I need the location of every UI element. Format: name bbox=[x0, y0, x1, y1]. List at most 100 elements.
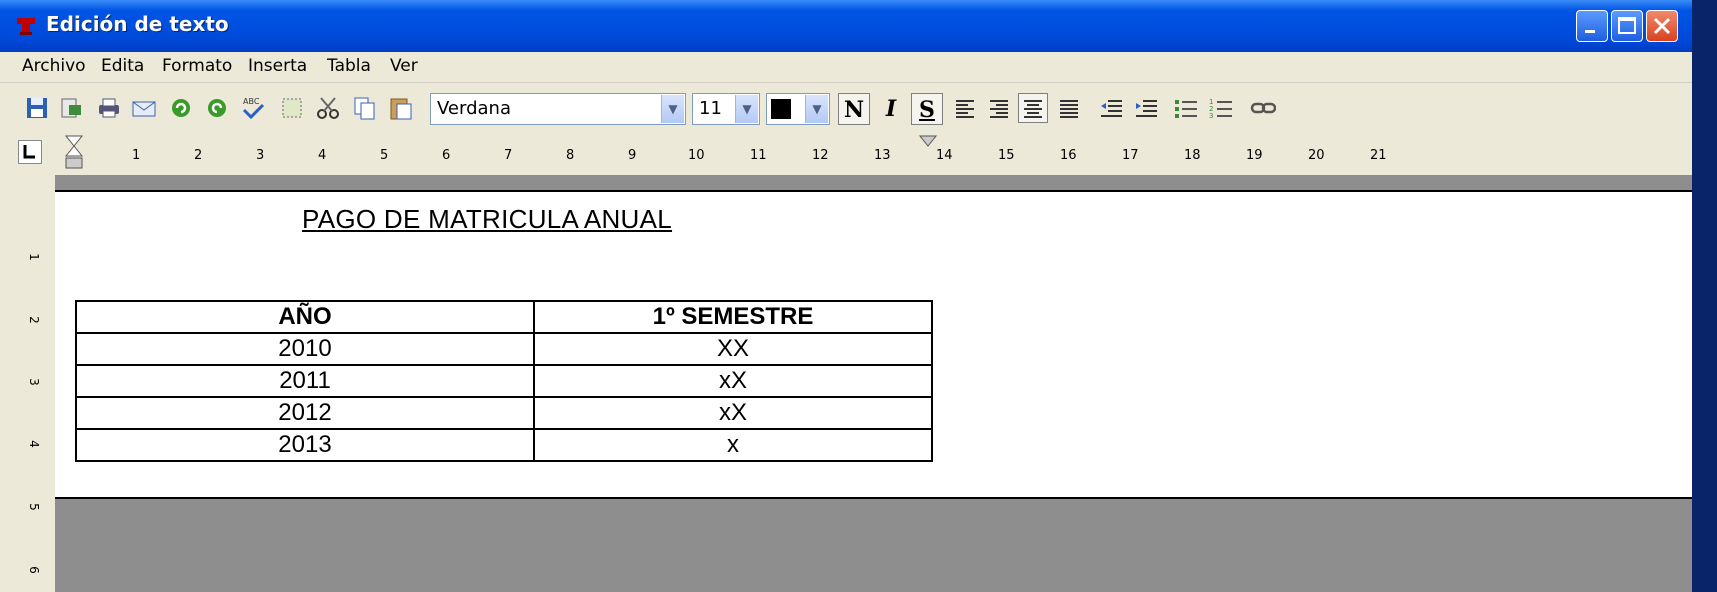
table-row: 2012 xX bbox=[75, 396, 933, 430]
indent-icon[interactable] bbox=[1133, 95, 1159, 121]
ruler-number: 6 bbox=[442, 148, 451, 163]
maximize-icon bbox=[1618, 17, 1636, 34]
align-justify-icon[interactable] bbox=[1056, 95, 1082, 121]
table-cell[interactable]: 2010 bbox=[75, 332, 535, 366]
menu-bar: Archivo Edita Formato Inserta Tabla Ver bbox=[0, 52, 1692, 83]
font-size-value: 11 bbox=[699, 98, 722, 119]
minimize-button[interactable] bbox=[1576, 10, 1608, 42]
vruler-number: 4 bbox=[26, 440, 41, 448]
table-row: 2010 XX bbox=[75, 332, 933, 366]
ruler-number: 8 bbox=[566, 148, 575, 163]
payment-table[interactable]: AÑO 1º SEMESTRE 2010 XX 2011 xX 2012 xX … bbox=[75, 300, 933, 462]
chevron-down-icon[interactable]: ▼ bbox=[735, 95, 758, 123]
close-button[interactable] bbox=[1646, 10, 1678, 42]
vertical-ruler: 1 2 3 4 5 6 bbox=[0, 175, 55, 592]
table-cell[interactable]: XX bbox=[533, 332, 933, 366]
table-cell[interactable]: 2013 bbox=[75, 428, 535, 462]
tab-type-button[interactable] bbox=[18, 140, 42, 164]
align-right-icon[interactable] bbox=[986, 95, 1012, 121]
table-cell[interactable]: xX bbox=[533, 364, 933, 398]
export-icon[interactable] bbox=[58, 95, 84, 121]
ruler-number: 20 bbox=[1308, 148, 1325, 163]
ruler-number: 4 bbox=[318, 148, 327, 163]
table-header-cell[interactable]: AÑO bbox=[75, 300, 535, 334]
select-all-icon[interactable] bbox=[279, 95, 305, 121]
outdent-icon[interactable] bbox=[1098, 95, 1124, 121]
font-name-select[interactable]: Verdana ▼ bbox=[430, 93, 686, 125]
ruler-number: 19 bbox=[1246, 148, 1263, 163]
link-icon[interactable] bbox=[1250, 95, 1276, 121]
vruler-number: 5 bbox=[26, 503, 41, 511]
menu-ver[interactable]: Ver bbox=[390, 56, 418, 76]
vruler-number: 3 bbox=[26, 378, 41, 386]
menu-edita[interactable]: Edita bbox=[101, 56, 144, 76]
chevron-down-icon[interactable]: ▼ bbox=[661, 95, 684, 123]
maximize-button[interactable] bbox=[1611, 10, 1643, 42]
bold-button[interactable]: N bbox=[838, 93, 870, 125]
table-header-row: AÑO 1º SEMESTRE bbox=[75, 300, 933, 334]
ruler-number: 14 bbox=[936, 148, 953, 163]
ruler-number: 16 bbox=[1060, 148, 1077, 163]
ruler-number: 13 bbox=[874, 148, 891, 163]
table-cell[interactable]: 2012 bbox=[75, 396, 535, 430]
vruler-number: 2 bbox=[26, 316, 41, 324]
ruler-number: 5 bbox=[380, 148, 389, 163]
table-cell[interactable]: xX bbox=[533, 396, 933, 430]
document-area[interactable]: PAGO DE MATRICULA ANUAL AÑO 1º SEMESTRE … bbox=[55, 175, 1692, 592]
vruler-number: 6 bbox=[26, 566, 41, 574]
svg-text:3: 3 bbox=[1209, 112, 1213, 120]
ruler-number: 2 bbox=[194, 148, 203, 163]
ruler-number: 9 bbox=[628, 148, 637, 163]
horizontal-ruler[interactable]: 1 2 3 4 5 6 7 8 9 10 11 12 13 14 15 16 1… bbox=[0, 132, 1692, 172]
svg-text:ABC: ABC bbox=[243, 97, 260, 106]
email-icon[interactable] bbox=[131, 95, 157, 121]
ruler-number: 3 bbox=[256, 148, 265, 163]
menu-archivo[interactable]: Archivo bbox=[22, 56, 86, 76]
table-cell[interactable]: x bbox=[533, 428, 933, 462]
menu-tabla[interactable]: Tabla bbox=[327, 56, 371, 76]
menu-formato[interactable]: Formato bbox=[162, 56, 232, 76]
ruler-number: 10 bbox=[688, 148, 705, 163]
window-title: Edición de texto bbox=[46, 12, 229, 36]
table-row: 2011 xX bbox=[75, 364, 933, 398]
ruler-number: 12 bbox=[812, 148, 829, 163]
chevron-down-icon[interactable]: ▼ bbox=[805, 95, 828, 123]
ruler-number: 21 bbox=[1370, 148, 1387, 163]
app-icon bbox=[17, 18, 35, 35]
paste-icon[interactable] bbox=[388, 95, 414, 121]
ruler-number: 15 bbox=[998, 148, 1015, 163]
ruler-number: 1 bbox=[132, 148, 141, 163]
text-color-select[interactable]: ▼ bbox=[766, 93, 830, 125]
underline-button[interactable]: S bbox=[911, 93, 943, 125]
spellcheck-icon[interactable]: ABC bbox=[240, 95, 266, 121]
tab-left-icon bbox=[23, 145, 35, 159]
save-icon[interactable] bbox=[24, 95, 50, 121]
ruler-number: 7 bbox=[504, 148, 513, 163]
font-size-select[interactable]: 11 ▼ bbox=[692, 93, 760, 125]
ruler-number: 17 bbox=[1122, 148, 1139, 163]
align-center-icon[interactable] bbox=[1018, 93, 1048, 123]
print-icon[interactable] bbox=[96, 95, 122, 121]
menu-inserta[interactable]: Inserta bbox=[248, 56, 307, 76]
title-bar[interactable]: Edición de texto bbox=[0, 0, 1692, 52]
toolbar: ABC Verdana ▼ 11 ▼ ▼ N I S 1 2 3 bbox=[0, 83, 1692, 131]
align-left-icon[interactable] bbox=[952, 95, 978, 121]
redo-icon[interactable] bbox=[204, 95, 230, 121]
table-cell[interactable]: 2011 bbox=[75, 364, 535, 398]
ruler-number: 11 bbox=[750, 148, 767, 163]
table-row: 2013 x bbox=[75, 428, 933, 462]
font-name-value: Verdana bbox=[437, 98, 511, 119]
cut-icon[interactable] bbox=[315, 95, 341, 121]
ruler-number: 18 bbox=[1184, 148, 1201, 163]
table-header-cell[interactable]: 1º SEMESTRE bbox=[533, 300, 933, 334]
bullet-list-icon[interactable] bbox=[1173, 95, 1199, 121]
bold-label: N bbox=[843, 97, 865, 123]
italic-button[interactable]: I bbox=[875, 93, 907, 125]
undo-icon[interactable] bbox=[168, 95, 194, 121]
numbered-list-icon[interactable]: 123 bbox=[1208, 95, 1234, 121]
document-heading[interactable]: PAGO DE MATRICULA ANUAL bbox=[302, 204, 672, 235]
copy-icon[interactable] bbox=[352, 95, 378, 121]
ruler-scale: 1 2 3 4 5 6 7 8 9 10 11 12 13 14 15 16 1… bbox=[60, 140, 1690, 168]
document-page[interactable]: PAGO DE MATRICULA ANUAL AÑO 1º SEMESTRE … bbox=[55, 190, 1692, 499]
minimize-icon bbox=[1585, 30, 1595, 33]
